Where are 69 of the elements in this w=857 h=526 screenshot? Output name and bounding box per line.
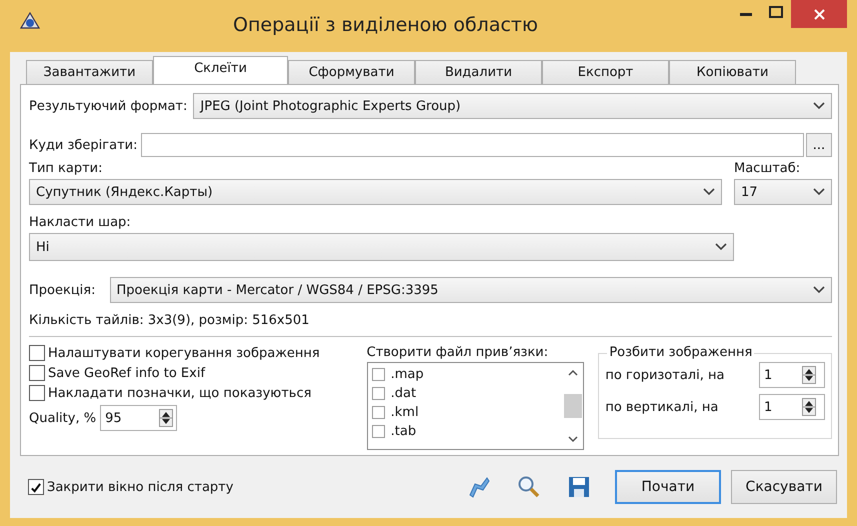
caret-icon: [813, 286, 825, 294]
field-label: Тип карти:: [29, 161, 104, 176]
checkbox[interactable]: [29, 385, 45, 401]
number-field[interactable]: 1: [759, 362, 825, 388]
list-item-label: .kml: [390, 405, 419, 420]
window-title: Операції з виділеною областю: [232, 14, 539, 36]
button[interactable]: Почати: [615, 470, 721, 504]
field-label: по вертикалі, на: [605, 400, 718, 414]
dropdown-value: 17: [741, 184, 758, 200]
close-button[interactable]: [791, 0, 847, 28]
scroll-down-icon[interactable]: [568, 436, 578, 443]
dropdown[interactable]: Супутник (Яндекс.Карты): [29, 179, 722, 205]
dropdown-value: Супутник (Яндекс.Карты): [36, 184, 213, 200]
checkbox-label: Закрити вікно після старту: [47, 480, 234, 494]
checkbox[interactable]: [372, 406, 385, 419]
dropdown-value: JPEG (Joint Photographic Experts Group): [200, 98, 461, 114]
checkbox[interactable]: [372, 368, 385, 381]
checkbox-label: Накладати позначки, що показуються: [48, 386, 312, 400]
dropdown-value: Ні: [36, 240, 50, 254]
button[interactable]: Скасувати: [731, 470, 837, 504]
spinner-arrows-icon[interactable]: [802, 366, 816, 384]
checkbox[interactable]: [29, 365, 45, 381]
scroll-up-icon[interactable]: [568, 369, 578, 376]
field-label: по горизоталі, на: [605, 368, 724, 382]
tab[interactable]: Сформувати: [288, 60, 415, 84]
caret-icon: [813, 102, 825, 110]
caret-icon: [703, 188, 715, 196]
dropdown[interactable]: Проекція карти - Mercator / WGS84 / EPSG:3395: [110, 277, 832, 303]
checkbox[interactable]: [28, 479, 44, 495]
checkbox[interactable]: [29, 345, 45, 361]
dropdown-value: Проекція карти - Mercator / WGS84 / EPSG:3395: [116, 282, 438, 298]
maximize-icon: [769, 6, 783, 18]
number-field[interactable]: 1: [759, 394, 825, 420]
checkbox[interactable]: [372, 387, 385, 400]
caret-icon: [715, 243, 727, 251]
caret-icon: [813, 188, 825, 196]
checkbox-label: Save GeoRef info to Exif: [48, 366, 206, 380]
zoom-icon[interactable]: [517, 475, 541, 499]
check-icon: [30, 482, 42, 492]
field-label: Створити файл прив’язки:: [366, 345, 550, 360]
field-label: Накласти шар:: [29, 215, 132, 230]
checkbox[interactable]: [372, 425, 385, 438]
input-field[interactable]: [141, 133, 804, 157]
tab[interactable]: Копіювати: [669, 60, 796, 84]
spinner-arrows-icon[interactable]: [159, 409, 174, 427]
tab[interactable]: Завантажити: [26, 60, 153, 84]
dropdown[interactable]: JPEG (Joint Photographic Experts Group): [193, 93, 832, 119]
spinner-arrows-icon[interactable]: [802, 398, 816, 416]
tab[interactable]: Видалити: [415, 60, 542, 84]
dropdown[interactable]: 17: [734, 179, 832, 205]
close-icon: [814, 8, 824, 20]
scroll-thumb[interactable]: [564, 394, 582, 418]
checkbox-label: Налаштувати корегування зображення: [48, 346, 320, 360]
info-text: Кількість тайлів: 3x3(9), розмір: 516x501: [29, 313, 310, 328]
field-label: Куди зберігати:: [29, 138, 138, 152]
dropdown[interactable]: Ні: [29, 233, 734, 261]
list-item-label: .dat: [390, 386, 416, 401]
field-label: Масштаб:: [734, 161, 802, 176]
field-label: Quality, %: [29, 410, 96, 426]
list-item-label: .tab: [390, 424, 416, 439]
save-icon[interactable]: [567, 475, 591, 499]
tab[interactable]: Склеїти: [153, 56, 288, 84]
field-label: Проекція:: [29, 282, 96, 298]
browse-button[interactable]: ...: [806, 133, 832, 157]
group-title: Розбити зображення: [607, 345, 754, 360]
field-label: Результуючий формат:: [29, 98, 188, 114]
list-item-label: .map: [390, 367, 424, 382]
number-field[interactable]: 95: [100, 405, 178, 431]
tab[interactable]: Експорт: [542, 60, 669, 84]
